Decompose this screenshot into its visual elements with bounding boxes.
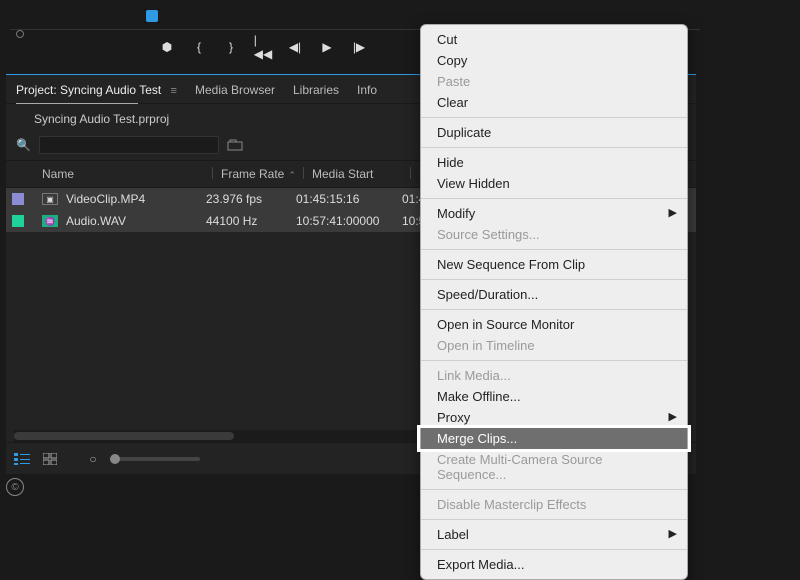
ctx-open-in-source-monitor[interactable]: Open in Source Monitor (421, 314, 687, 335)
sort-caret-icon: ⌃ (288, 170, 296, 180)
transport-controls: ⬢ { } |◀◀ ◀| ▶ |▶ (160, 40, 366, 54)
ctx-clear[interactable]: Clear (421, 92, 687, 113)
ctx-view-hidden[interactable]: View Hidden (421, 173, 687, 194)
marker-icon[interactable]: ⬢ (160, 40, 174, 54)
context-menu-separator (421, 549, 687, 550)
zoom-slider-thumb[interactable] (110, 454, 120, 464)
col-header-frame-rate-label: Frame Rate (221, 167, 284, 181)
clip-media-start: 01:45:15:16 (296, 192, 402, 206)
ctx-merge-clips[interactable]: Merge Clips... (421, 428, 687, 449)
ctx-export-media[interactable]: Export Media... (421, 554, 687, 575)
goto-in-button[interactable]: |◀◀ (256, 40, 270, 54)
clip-name: VideoClip.MP4 (66, 192, 206, 206)
icon-view-icon[interactable] (42, 452, 58, 466)
clip-media-start: 10:57:41:00000 (296, 214, 402, 228)
ctx-link-media: Link Media... (421, 365, 687, 386)
zoom-min-icon: ○ (88, 452, 98, 466)
ctx-label[interactable]: Label▶ (421, 524, 687, 545)
list-view-icon[interactable] (14, 452, 30, 466)
ctx-open-in-timeline: Open in Timeline (421, 335, 687, 356)
context-menu-separator (421, 117, 687, 118)
context-menu-separator (421, 279, 687, 280)
context-menu-separator (421, 309, 687, 310)
audio-clip-icon: ♒ (42, 215, 58, 227)
step-back-button[interactable]: ◀| (288, 40, 302, 54)
tab-project-label: Project: Syncing Audio Test (16, 83, 161, 97)
ctx-disable-masterclip-effects: Disable Masterclip Effects (421, 494, 687, 515)
context-menu-separator (421, 489, 687, 490)
label-swatch[interactable] (12, 215, 24, 227)
col-header-media-start[interactable]: Media Start (304, 167, 410, 181)
ctx-proxy[interactable]: Proxy▶ (421, 407, 687, 428)
ctx-copy[interactable]: Copy (421, 50, 687, 71)
tab-media-browser[interactable]: Media Browser (195, 83, 275, 97)
playhead-marker[interactable] (146, 10, 158, 22)
clip-context-menu: CutCopyPasteClear Duplicate HideView Hidde… (420, 24, 688, 580)
context-menu-separator (421, 198, 687, 199)
tab-libraries[interactable]: Libraries (293, 83, 339, 97)
ctx-modify[interactable]: Modify▶ (421, 203, 687, 224)
clip-frame-rate: 23.976 fps (206, 192, 296, 206)
search-input[interactable] (39, 136, 219, 154)
ctx-paste: Paste (421, 71, 687, 92)
clip-name: Audio.WAV (66, 214, 206, 228)
ctx-speed-duration[interactable]: Speed/Duration... (421, 284, 687, 305)
play-button[interactable]: ▶ (320, 40, 334, 54)
ctx-source-settings: Source Settings... (421, 224, 687, 245)
ctx-make-offline[interactable]: Make Offline... (421, 386, 687, 407)
tab-project[interactable]: Project: Syncing Audio Test ≡ (16, 83, 177, 97)
context-menu-separator (421, 249, 687, 250)
label-swatch[interactable] (12, 193, 24, 205)
search-icon[interactable]: 🔍 (16, 138, 31, 152)
panel-menu-icon[interactable]: ≡ (171, 85, 177, 97)
col-header-name[interactable]: Name (42, 167, 212, 181)
mark-out-button[interactable]: } (224, 40, 238, 54)
col-header-frame-rate[interactable]: Frame Rate ⌃ (213, 167, 303, 181)
video-clip-icon: ▣ (42, 193, 58, 205)
bin-filter-icon[interactable] (227, 138, 243, 152)
context-menu-separator (421, 360, 687, 361)
ctx-cut[interactable]: Cut (421, 29, 687, 50)
ctx-duplicate[interactable]: Duplicate (421, 122, 687, 143)
step-forward-button[interactable]: |▶ (352, 40, 366, 54)
creative-cloud-icon[interactable]: © (6, 478, 24, 496)
ctx-new-sequence-from-clip[interactable]: New Sequence From Clip (421, 254, 687, 275)
context-menu-separator (421, 519, 687, 520)
ctx-create-multi-camera-source-sequence: Create Multi-Camera Source Sequence... (421, 449, 687, 485)
scrollbar-thumb[interactable] (14, 432, 234, 440)
submenu-arrow-icon: ▶ (669, 527, 677, 540)
in-point-handle[interactable] (16, 30, 24, 38)
tab-info[interactable]: Info (357, 83, 377, 97)
clip-frame-rate: 44100 Hz (206, 214, 296, 228)
mark-in-button[interactable]: { (192, 40, 206, 54)
submenu-arrow-icon: ▶ (669, 410, 677, 423)
context-menu-separator (421, 147, 687, 148)
ctx-hide[interactable]: Hide (421, 152, 687, 173)
thumbnail-zoom-slider[interactable] (110, 457, 200, 461)
submenu-arrow-icon: ▶ (669, 206, 677, 219)
